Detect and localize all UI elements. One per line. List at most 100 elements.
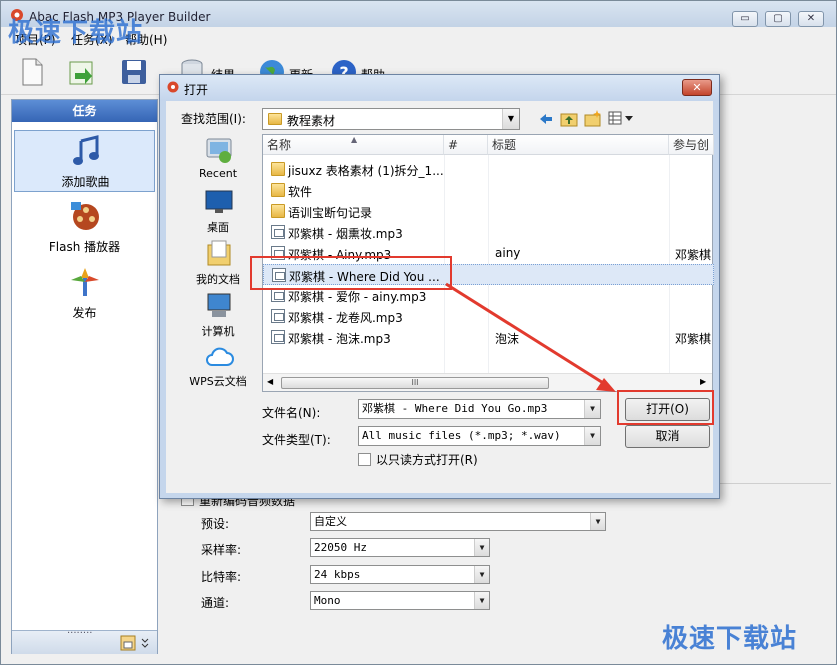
file-name: 邓紫棋 - 烟熏妆.mp3 xyxy=(288,227,403,241)
place-recent-label: Recent xyxy=(198,167,238,180)
folder-icon xyxy=(268,113,282,125)
maximize-button[interactable]: ▢ xyxy=(765,11,791,27)
watermark-top-left: 极速下载站 xyxy=(8,18,144,48)
channel-label: 通道: xyxy=(201,596,230,610)
back-arrow-icon[interactable] xyxy=(538,111,554,127)
chevron-expand-icon[interactable] xyxy=(141,637,151,649)
new-folder-icon[interactable] xyxy=(584,109,602,127)
view-menu-icon[interactable] xyxy=(608,111,634,125)
file-name: 邓紫棋 - 泡沫.mp3 xyxy=(288,332,391,346)
channel-select[interactable]: Mono ▼ xyxy=(310,591,490,610)
filename-input[interactable]: 邓紫棋 - Where Did You Go.mp3 ▼ xyxy=(358,399,601,419)
place-computer[interactable]: 计算机 xyxy=(178,289,258,344)
minimize-button[interactable]: ▭ xyxy=(732,11,758,27)
chevron-down-icon: ▼ xyxy=(474,539,489,556)
filetype-label: 文件类型(T): xyxy=(262,433,331,447)
file-title: ainy xyxy=(495,246,521,260)
new-file-icon[interactable] xyxy=(17,57,47,87)
app-icon xyxy=(167,81,179,93)
sample-rate-value: 22050 Hz xyxy=(314,541,367,554)
desktop-icon xyxy=(205,190,233,213)
task-add-songs-label: 添加歌曲 xyxy=(61,175,110,189)
film-reel-icon xyxy=(71,202,99,230)
file-row[interactable]: 软件 xyxy=(263,180,714,201)
audio-file-icon xyxy=(271,288,285,302)
annotation-open-highlight xyxy=(617,390,714,425)
wps-cloud-icon xyxy=(206,347,234,366)
dialog-title-bar: 打开 ✕ xyxy=(160,75,719,101)
up-folder-icon[interactable] xyxy=(560,110,578,127)
bitrate-value: 24 kbps xyxy=(314,568,361,581)
music-note-icon xyxy=(73,135,99,165)
file-artist: 邓紫棋 xyxy=(675,248,712,262)
recent-icon xyxy=(206,138,232,163)
dialog-close-button[interactable]: ✕ xyxy=(682,79,712,96)
preset-label: 预设: xyxy=(201,517,230,531)
place-wps-cloud[interactable]: WPS云文档 xyxy=(178,339,258,394)
bitrate-select[interactable]: 24 kbps ▼ xyxy=(310,565,490,584)
preset-select[interactable]: 自定义 ▼ xyxy=(310,512,606,531)
preset-value: 自定义 xyxy=(314,515,347,528)
task-add-songs[interactable]: 添加歌曲 xyxy=(14,130,155,192)
close-button[interactable]: ✕ xyxy=(798,11,824,27)
chevron-down-icon: ▼ xyxy=(474,566,489,583)
folder-icon xyxy=(271,204,285,218)
print-icon[interactable] xyxy=(119,634,137,652)
place-recent[interactable]: Recent xyxy=(178,133,258,188)
annotation-file-highlight xyxy=(250,256,452,290)
scroll-right-icon[interactable]: ▶ xyxy=(700,377,706,386)
my-documents-icon xyxy=(207,240,231,266)
file-row[interactable]: 邓紫棋 - 烟熏妆.mp3 xyxy=(263,222,714,243)
task-flash-player-label: Flash 播放器 xyxy=(48,240,121,254)
chevron-down-icon: ▼ xyxy=(584,427,600,445)
place-desktop[interactable]: 桌面 xyxy=(178,185,258,240)
look-in-value: 教程素材 xyxy=(287,114,336,128)
audio-file-icon xyxy=(271,309,285,323)
sample-rate-label: 采样率: xyxy=(201,543,242,557)
cancel-button[interactable]: 取消 xyxy=(625,425,710,448)
readonly-checkbox[interactable] xyxy=(358,453,371,466)
sample-rate-select[interactable]: 22050 Hz ▼ xyxy=(310,538,490,557)
chevron-down-icon: ▼ xyxy=(584,400,600,418)
dialog-title: 打开 xyxy=(184,83,209,97)
task-pane: 任务 添加歌曲 Flash 播放器 发布 ........ xyxy=(11,99,158,654)
readonly-label: 以只读方式打开(R) xyxy=(376,453,478,467)
file-name: 软件 xyxy=(288,185,313,199)
file-row[interactable]: 语训宝断句记录 xyxy=(263,201,714,222)
task-flash-player[interactable]: Flash 播放器 xyxy=(14,196,155,258)
place-my-documents[interactable]: 我的文档 xyxy=(178,237,258,292)
bitrate-label: 比特率: xyxy=(201,570,242,584)
chevron-down-icon: ▼ xyxy=(502,109,519,129)
places-bar: Recent 桌面 我的文档 计算机 WPS云文档 xyxy=(178,133,258,423)
filename-value: 邓紫棋 - Where Did You Go.mp3 xyxy=(362,402,548,415)
column-title[interactable]: 标题 xyxy=(488,135,669,155)
place-wps-cloud-label: WPS云文档 xyxy=(189,375,247,388)
save-icon[interactable] xyxy=(119,57,149,87)
folder-icon xyxy=(271,183,285,197)
scroll-left-icon[interactable]: ◀ xyxy=(267,377,273,386)
computer-icon xyxy=(207,293,231,317)
annotation-arrow-icon xyxy=(445,282,616,392)
look-in-label: 查找范围(I): xyxy=(181,112,246,126)
sort-arrow-icon: ▲ xyxy=(351,135,358,144)
audio-file-icon xyxy=(271,330,285,344)
audio-file-icon xyxy=(271,225,285,239)
file-row[interactable]: jisuxz 表格素材 (1)拆分_1... xyxy=(263,159,714,180)
task-publish[interactable]: 发布 xyxy=(14,262,155,324)
chevron-down-icon: ▼ xyxy=(474,592,489,609)
column-number[interactable]: # xyxy=(444,135,488,155)
place-my-documents-label: 我的文档 xyxy=(196,273,240,286)
place-desktop-label: 桌面 xyxy=(207,221,229,234)
folder-icon xyxy=(271,162,285,176)
import-arrow-icon[interactable] xyxy=(67,57,97,87)
task-publish-label: 发布 xyxy=(72,306,97,320)
filename-label: 文件名(N): xyxy=(262,406,321,420)
pane-grip[interactable]: ........ xyxy=(67,625,92,636)
filetype-select[interactable]: All music files (*.mp3; *.wav) ▼ xyxy=(358,426,601,446)
column-artist[interactable]: 参与创 xyxy=(669,135,714,155)
file-artist: 邓紫棋 xyxy=(675,332,712,346)
task-pane-footer: ........ xyxy=(12,625,157,654)
file-name: jisuxz 表格素材 (1)拆分_1... xyxy=(288,164,444,178)
chevron-down-icon: ▼ xyxy=(590,513,605,530)
look-in-select[interactable]: 教程素材 ▼ xyxy=(262,108,520,130)
